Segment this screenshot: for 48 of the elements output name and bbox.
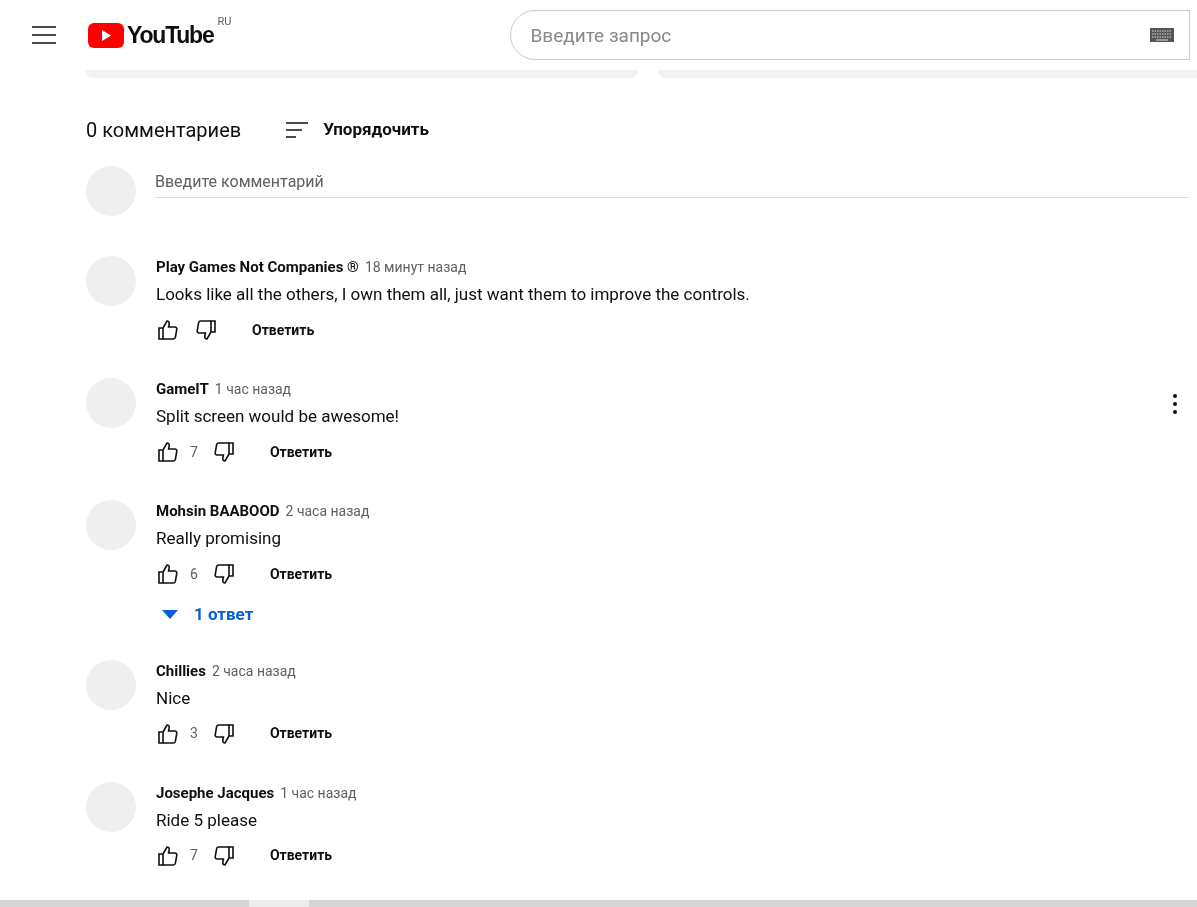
reply-button[interactable]: Ответить <box>250 319 317 341</box>
reply-button[interactable]: Ответить <box>267 845 335 866</box>
dislike-button[interactable] <box>211 843 236 868</box>
like-count: 7 <box>190 442 198 462</box>
more-icon[interactable] <box>1173 394 1177 414</box>
comment-time[interactable]: 2 часа назад <box>211 660 296 682</box>
reply-button[interactable]: Ответить <box>267 563 335 585</box>
reply-button[interactable]: Ответить <box>267 441 335 463</box>
comment-text: Looks like all the others, I own them all, just want them to improve the controls. <box>156 283 751 306</box>
comment-count: 0 комментариев <box>86 117 242 144</box>
comment-text: Ride 5 please <box>156 808 258 832</box>
comment-time[interactable]: 18 минут назад <box>364 257 467 278</box>
like-button[interactable] <box>156 843 180 868</box>
dislike-button[interactable] <box>211 721 236 746</box>
region-label: RU <box>217 15 232 29</box>
replies-toggle[interactable]: 1 ответ <box>162 602 254 628</box>
menu-icon[interactable] <box>32 26 56 44</box>
comment-author[interactable]: Play Games Not Companies ® <box>156 256 359 279</box>
comment-input[interactable]: Введите комментарий <box>155 166 1189 198</box>
comment-text: Really promising <box>156 527 282 550</box>
comment-text: Split screen would be awesome! <box>156 405 400 428</box>
like-count: 7 <box>190 846 198 865</box>
caret-icon[interactable] <box>162 609 178 620</box>
like-count: 3 <box>190 724 198 743</box>
sort-icon[interactable] <box>285 121 310 139</box>
keyboard-icon[interactable] <box>1149 28 1174 42</box>
like-button[interactable] <box>156 318 180 342</box>
scrollbar-thumb[interactable] <box>249 900 309 907</box>
comment-author[interactable]: Chillies <box>156 659 206 682</box>
comment-time[interactable]: 1 час назад <box>214 379 292 400</box>
comment-author[interactable]: GameIT <box>156 378 209 401</box>
dislike-button[interactable] <box>211 440 236 464</box>
play-logo-icon[interactable] <box>88 23 124 48</box>
comment-time[interactable]: 2 часа назад <box>285 501 370 522</box>
comment-author[interactable]: Josephe Jacques <box>156 781 275 804</box>
logo-text[interactable]: YouTube <box>127 18 214 52</box>
like-button[interactable] <box>156 440 180 464</box>
comment-text: Nice <box>156 686 192 710</box>
like-count: 6 <box>190 564 198 584</box>
dislike-button[interactable] <box>194 318 218 342</box>
like-button[interactable] <box>156 562 180 586</box>
comment-author[interactable]: Mohsin BAABOOD <box>156 500 280 523</box>
sort-button[interactable]: Упорядочить <box>285 117 429 143</box>
search-field[interactable]: Введите запрос <box>509 10 1190 60</box>
dislike-button[interactable] <box>211 562 236 586</box>
like-button[interactable] <box>156 721 180 746</box>
comment-time[interactable]: 1 час назад <box>280 782 357 804</box>
reply-button[interactable]: Ответить <box>267 723 335 744</box>
